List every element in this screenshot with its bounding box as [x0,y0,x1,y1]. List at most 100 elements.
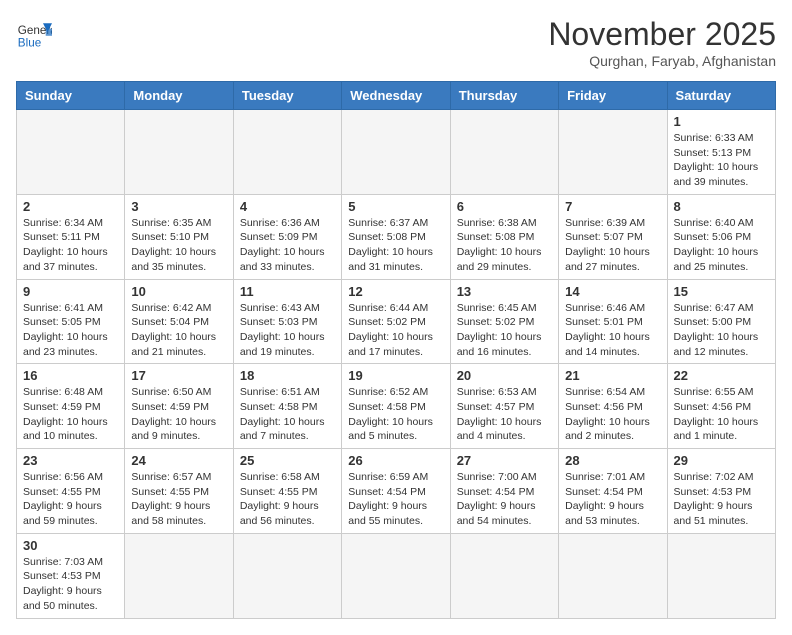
calendar-cell: 18 Sunrise: 6:51 AM Sunset: 4:58 PM Dayli… [233,364,341,449]
calendar-cell [667,533,775,618]
day-info: Sunrise: 6:47 AM Sunset: 5:00 PM Dayligh… [674,301,769,360]
col-header-sunday: Sunday [17,82,125,110]
day-info: Sunrise: 6:37 AM Sunset: 5:08 PM Dayligh… [348,216,443,275]
calendar-week-3: 9 Sunrise: 6:41 AM Sunset: 5:05 PM Daylig… [17,279,776,364]
day-info: Sunrise: 7:02 AM Sunset: 4:53 PM Dayligh… [674,470,769,529]
day-number: 15 [674,284,769,299]
day-number: 24 [131,453,226,468]
day-info: Sunrise: 6:53 AM Sunset: 4:57 PM Dayligh… [457,385,552,444]
calendar-cell: 11 Sunrise: 6:43 AM Sunset: 5:03 PM Dayli… [233,279,341,364]
col-header-tuesday: Tuesday [233,82,341,110]
day-number: 13 [457,284,552,299]
calendar-header-row: SundayMondayTuesdayWednesdayThursdayFrid… [17,82,776,110]
day-number: 9 [23,284,118,299]
day-number: 14 [565,284,660,299]
calendar-cell [559,533,667,618]
day-number: 22 [674,368,769,383]
calendar-cell: 10 Sunrise: 6:42 AM Sunset: 5:04 PM Dayli… [125,279,233,364]
calendar-cell: 20 Sunrise: 6:53 AM Sunset: 4:57 PM Dayli… [450,364,558,449]
calendar-cell: 16 Sunrise: 6:48 AM Sunset: 4:59 PM Dayli… [17,364,125,449]
day-info: Sunrise: 6:51 AM Sunset: 4:58 PM Dayligh… [240,385,335,444]
day-number: 28 [565,453,660,468]
day-number: 5 [348,199,443,214]
day-info: Sunrise: 6:58 AM Sunset: 4:55 PM Dayligh… [240,470,335,529]
calendar-cell: 23Sunrise: 6:56 AM Sunset: 4:55 PM Dayli… [17,449,125,534]
day-number: 11 [240,284,335,299]
calendar-week-6: 30 Sunrise: 7:03 AM Sunset: 4:53 PM Dayli… [17,533,776,618]
calendar-cell: 9 Sunrise: 6:41 AM Sunset: 5:05 PM Daylig… [17,279,125,364]
day-number: 12 [348,284,443,299]
day-number: 30 [23,538,118,553]
calendar-cell: 15 Sunrise: 6:47 AM Sunset: 5:00 PM Dayli… [667,279,775,364]
day-number: 3 [131,199,226,214]
day-number: 8 [674,199,769,214]
calendar-cell: 13 Sunrise: 6:45 AM Sunset: 5:02 PM Dayli… [450,279,558,364]
day-info: Sunrise: 6:45 AM Sunset: 5:02 PM Dayligh… [457,301,552,360]
month-title: November 2025 [548,16,776,53]
calendar-cell [450,110,558,195]
calendar-cell: 1Sunrise: 6:33 AM Sunset: 5:13 PM Daylig… [667,110,775,195]
day-info: Sunrise: 6:55 AM Sunset: 4:56 PM Dayligh… [674,385,769,444]
day-info: Sunrise: 6:59 AM Sunset: 4:54 PM Dayligh… [348,470,443,529]
calendar-cell: 12Sunrise: 6:44 AM Sunset: 5:02 PM Dayli… [342,279,450,364]
day-number: 10 [131,284,226,299]
calendar-week-2: 2 Sunrise: 6:34 AM Sunset: 5:11 PM Daylig… [17,194,776,279]
calendar-cell: 19Sunrise: 6:52 AM Sunset: 4:58 PM Dayli… [342,364,450,449]
calendar-week-4: 16 Sunrise: 6:48 AM Sunset: 4:59 PM Dayli… [17,364,776,449]
calendar-cell: 5 Sunrise: 6:37 AM Sunset: 5:08 PM Daylig… [342,194,450,279]
day-number: 20 [457,368,552,383]
calendar-cell [17,110,125,195]
day-info: Sunrise: 6:46 AM Sunset: 5:01 PM Dayligh… [565,301,660,360]
calendar-cell [559,110,667,195]
col-header-friday: Friday [559,82,667,110]
calendar-cell: 26 Sunrise: 6:59 AM Sunset: 4:54 PM Dayli… [342,449,450,534]
day-info: Sunrise: 7:03 AM Sunset: 4:53 PM Dayligh… [23,555,118,614]
day-info: Sunrise: 7:00 AM Sunset: 4:54 PM Dayligh… [457,470,552,529]
day-number: 6 [457,199,552,214]
title-block: November 2025 Qurghan, Faryab, Afghanist… [548,16,776,69]
day-info: Sunrise: 6:50 AM Sunset: 4:59 PM Dayligh… [131,385,226,444]
calendar-cell: 2 Sunrise: 6:34 AM Sunset: 5:11 PM Daylig… [17,194,125,279]
day-info: Sunrise: 6:36 AM Sunset: 5:09 PM Dayligh… [240,216,335,275]
day-number: 18 [240,368,335,383]
calendar-week-5: 23Sunrise: 6:56 AM Sunset: 4:55 PM Dayli… [17,449,776,534]
calendar-cell: 24Sunrise: 6:57 AM Sunset: 4:55 PM Dayli… [125,449,233,534]
day-number: 21 [565,368,660,383]
day-info: Sunrise: 6:42 AM Sunset: 5:04 PM Dayligh… [131,301,226,360]
day-info: Sunrise: 6:34 AM Sunset: 5:11 PM Dayligh… [23,216,118,275]
calendar-cell: 17 Sunrise: 6:50 AM Sunset: 4:59 PM Dayli… [125,364,233,449]
day-info: Sunrise: 6:48 AM Sunset: 4:59 PM Dayligh… [23,385,118,444]
day-info: Sunrise: 6:39 AM Sunset: 5:07 PM Dayligh… [565,216,660,275]
svg-text:Blue: Blue [18,37,41,50]
day-info: Sunrise: 6:38 AM Sunset: 5:08 PM Dayligh… [457,216,552,275]
day-info: Sunrise: 6:40 AM Sunset: 5:06 PM Dayligh… [674,216,769,275]
day-number: 23 [23,453,118,468]
calendar-cell: 3 Sunrise: 6:35 AM Sunset: 5:10 PM Daylig… [125,194,233,279]
calendar-cell: 28Sunrise: 7:01 AM Sunset: 4:54 PM Dayli… [559,449,667,534]
calendar-cell: 8 Sunrise: 6:40 AM Sunset: 5:06 PM Daylig… [667,194,775,279]
location: Qurghan, Faryab, Afghanistan [548,53,776,69]
calendar-cell: 7 Sunrise: 6:39 AM Sunset: 5:07 PM Daylig… [559,194,667,279]
day-number: 17 [131,368,226,383]
calendar-cell: 22 Sunrise: 6:55 AM Sunset: 4:56 PM Dayli… [667,364,775,449]
col-header-wednesday: Wednesday [342,82,450,110]
day-number: 2 [23,199,118,214]
day-info: Sunrise: 6:35 AM Sunset: 5:10 PM Dayligh… [131,216,226,275]
calendar-cell [125,533,233,618]
calendar-week-1: 1Sunrise: 6:33 AM Sunset: 5:13 PM Daylig… [17,110,776,195]
day-number: 7 [565,199,660,214]
calendar-cell: 21Sunrise: 6:54 AM Sunset: 4:56 PM Dayli… [559,364,667,449]
day-number: 25 [240,453,335,468]
day-number: 16 [23,368,118,383]
calendar-cell: 27 Sunrise: 7:00 AM Sunset: 4:54 PM Dayli… [450,449,558,534]
day-number: 27 [457,453,552,468]
day-info: Sunrise: 6:43 AM Sunset: 5:03 PM Dayligh… [240,301,335,360]
day-number: 4 [240,199,335,214]
calendar-cell [342,110,450,195]
day-number: 26 [348,453,443,468]
calendar-cell: 30 Sunrise: 7:03 AM Sunset: 4:53 PM Dayli… [17,533,125,618]
logo: General Blue [16,16,52,52]
calendar-cell [233,110,341,195]
day-info: Sunrise: 6:41 AM Sunset: 5:05 PM Dayligh… [23,301,118,360]
col-header-monday: Monday [125,82,233,110]
